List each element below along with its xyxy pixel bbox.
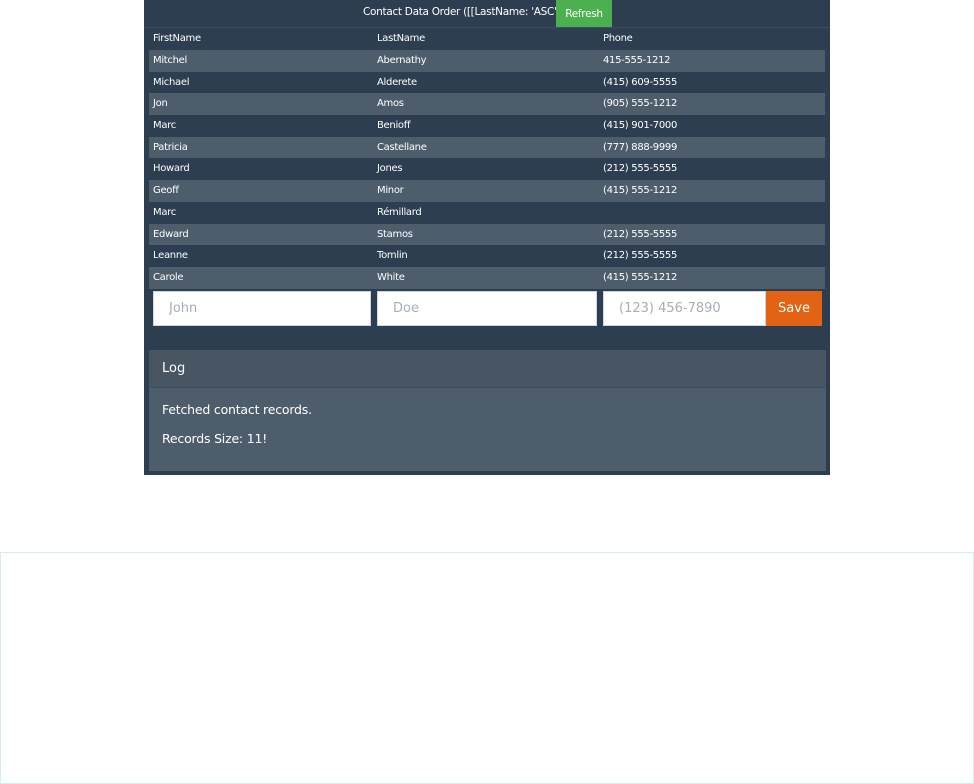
cell-lastname: Minor xyxy=(377,185,404,197)
table-row[interactable]: Howard Jones (212) 555-5555 xyxy=(149,158,825,181)
cell-lastname: Jones xyxy=(377,163,403,175)
log-entry: Records Size: 11! xyxy=(162,431,268,446)
cell-firstname: Edward xyxy=(153,228,189,240)
cell-lastname: White xyxy=(377,271,405,283)
table-row[interactable]: Jon Amos (905) 555-1212 xyxy=(149,93,825,116)
refresh-button[interactable]: Refresh xyxy=(556,0,612,27)
new-contact-form: Save xyxy=(153,291,822,326)
cell-firstname: Patricia xyxy=(153,141,188,153)
log-title: Log xyxy=(162,361,186,376)
column-header-lastname[interactable]: LastName xyxy=(377,28,425,49)
cell-firstname: Geoff xyxy=(153,185,179,197)
sort-order-title: Contact Data Order ([[LastName: 'ASC']]) xyxy=(363,6,569,18)
cell-firstname: Marc xyxy=(153,120,176,132)
cell-lastname: Alderete xyxy=(377,76,417,88)
contacts-table-body: Mitchel Abernathy 415-555-1212 Michael Alde… xyxy=(149,50,825,289)
table-row[interactable]: Patricia Castellane (777) 888-9999 xyxy=(149,136,825,159)
table-row[interactable]: Carole White (415) 555-1212 xyxy=(149,266,825,289)
cell-lastname: Abernathy xyxy=(377,55,427,66)
cell-phone: (777) 888-9999 xyxy=(603,141,678,153)
cell-lastname: Castellane xyxy=(377,141,427,153)
table-row[interactable]: Leanne Tomlin (212) 555-5555 xyxy=(149,245,825,267)
table-row[interactable]: Edward Stamos (212) 555-5555 xyxy=(149,223,825,246)
cell-phone: (905) 555-1212 xyxy=(603,98,678,110)
column-header-phone[interactable]: Phone xyxy=(603,28,633,49)
cell-firstname: Mitchel xyxy=(153,55,187,66)
table-row[interactable]: Marc Benioff (415) 901-7000 xyxy=(149,115,825,137)
column-header-firstname[interactable]: FirstName xyxy=(153,28,201,49)
last-name-input[interactable] xyxy=(377,291,597,326)
cell-phone: (415) 901-7000 xyxy=(603,120,678,132)
cell-phone: (415) 609-5555 xyxy=(603,76,678,88)
table-row[interactable]: Geoff Minor (415) 555-1212 xyxy=(149,180,825,202)
log-entry: Fetched contact records. xyxy=(162,402,312,417)
cell-lastname: Amos xyxy=(377,98,404,110)
first-name-input[interactable] xyxy=(153,291,371,326)
phone-input[interactable] xyxy=(603,291,766,326)
save-button[interactable]: Save xyxy=(766,291,822,326)
cell-firstname: Leanne xyxy=(153,250,188,262)
cell-lastname: Stamos xyxy=(377,228,413,240)
cell-phone: (212) 555-5555 xyxy=(603,250,678,262)
cell-phone: (212) 555-5555 xyxy=(603,228,678,240)
cell-lastname: Benioff xyxy=(377,120,411,132)
empty-output-frame xyxy=(0,552,974,784)
contacts-panel: Contact Data Order ([[LastName: 'ASC']])… xyxy=(144,0,830,475)
table-header: FirstName LastName Phone xyxy=(149,28,825,49)
cell-firstname: Howard xyxy=(153,163,190,175)
cell-lastname: Tomlin xyxy=(377,250,408,262)
log-panel: Log Fetched contact records. Records Siz… xyxy=(149,350,826,471)
table-row[interactable]: Mitchel Abernathy 415-555-1212 xyxy=(149,50,825,72)
cell-firstname: Carole xyxy=(153,271,184,283)
cell-firstname: Jon xyxy=(153,98,168,110)
panel-header: Contact Data Order ([[LastName: 'ASC']])… xyxy=(144,0,830,28)
cell-phone: (415) 555-1212 xyxy=(603,185,678,197)
table-row[interactable]: Marc Rémillard xyxy=(149,201,825,224)
cell-phone: (212) 555-5555 xyxy=(603,163,678,175)
cell-phone: (415) 555-1212 xyxy=(603,271,678,283)
log-header: Log xyxy=(149,350,826,388)
cell-firstname: Marc xyxy=(153,206,176,218)
cell-phone: 415-555-1212 xyxy=(603,55,671,66)
table-row[interactable]: Michael Alderete (415) 609-5555 xyxy=(149,71,825,94)
cell-lastname: Rémillard xyxy=(377,206,422,218)
cell-firstname: Michael xyxy=(153,76,190,88)
